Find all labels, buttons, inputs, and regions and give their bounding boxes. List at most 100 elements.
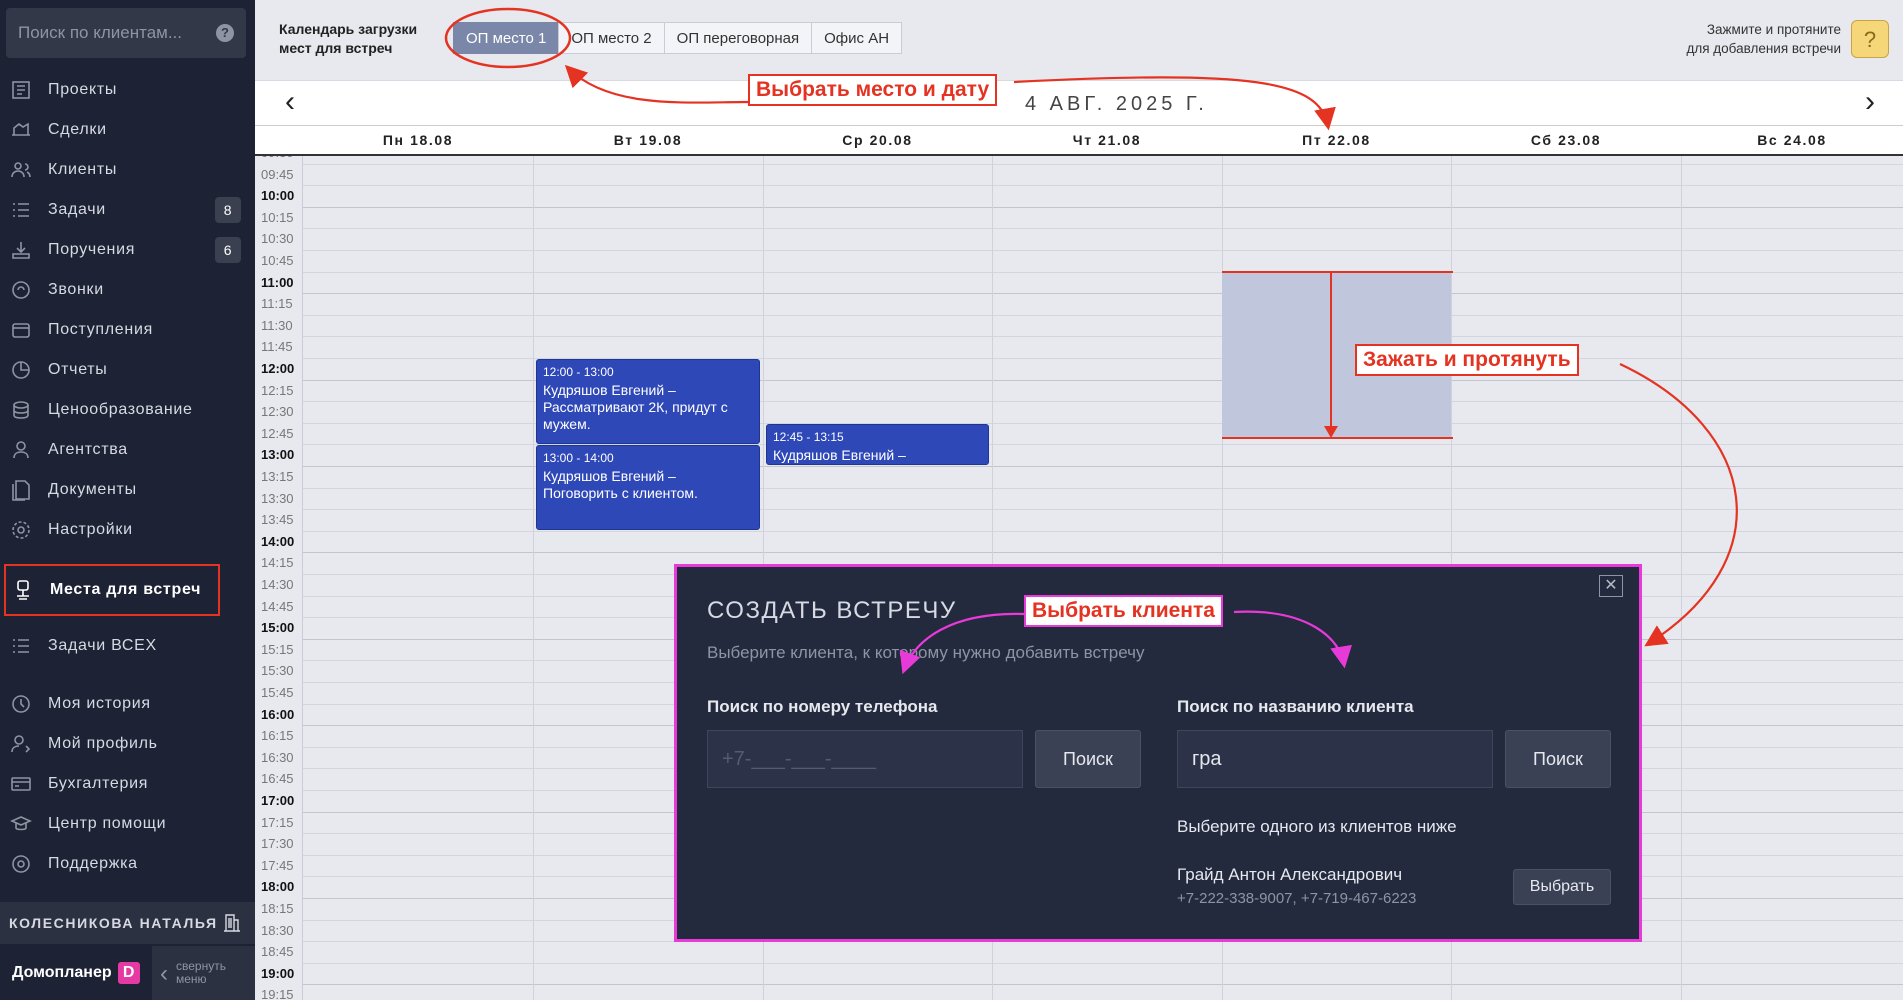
client-name: Грайд Антон Александрович: [1177, 865, 1403, 884]
grid-line: [303, 293, 1903, 295]
prev-week-button[interactable]: ‹: [275, 85, 305, 119]
calendar-event[interactable]: 13:00 - 14:00 Кудряшов Евгений – Поговори…: [536, 445, 760, 530]
sidebar-item-documents[interactable]: Документы: [0, 470, 255, 510]
time-slot-label: 10:30: [261, 231, 294, 247]
phone-search-input[interactable]: [707, 730, 1023, 788]
time-column: 09:30 09:45 10:00 10:15 10:30 10:45 11:00 11:15…: [255, 156, 303, 1000]
time-slot-label: 15:45: [261, 685, 294, 700]
sidebar-item-calls[interactable]: Звонки: [0, 270, 255, 310]
assignments-icon: [8, 239, 34, 261]
time-slot-label: 18:45: [261, 944, 294, 960]
time-slot-label: 15:30: [261, 663, 294, 679]
next-week-button[interactable]: ›: [1855, 85, 1885, 119]
time-slot-label: 10:00: [261, 188, 295, 204]
time-slot-label: 18:30: [261, 922, 294, 938]
tab-place-1[interactable]: ОП место 1: [453, 22, 560, 54]
time-slot-label: 12:45: [261, 425, 294, 441]
time-slot-label: 15:00: [261, 620, 295, 636]
event-time: 12:00 - 13:00: [543, 364, 614, 379]
arrow-down-icon: [1324, 425, 1338, 438]
tab-place-3[interactable]: ОП переговорная: [663, 22, 813, 54]
drag-hint: Зажмите и протяните для добавления встреч…: [1686, 22, 1841, 56]
sidebar-item-accounting[interactable]: Бухгалтерия: [0, 764, 255, 804]
time-slot-label: 12:30: [261, 404, 294, 420]
question-icon[interactable]: ?: [1851, 20, 1889, 58]
event-description: Кудряшов Евгений – Рассматривают 2К, при…: [543, 381, 728, 432]
brand[interactable]: Домопланер D: [0, 946, 152, 1000]
calendar-event[interactable]: 12:45 - 13:15 Кудряшов Евгений –: [766, 423, 989, 466]
calendar-event[interactable]: 12:00 - 13:00 Кудряшов Евгений – Рассматр…: [536, 358, 760, 444]
close-icon[interactable]: ✕: [1599, 575, 1623, 597]
time-slot-label: 14:00: [261, 533, 295, 549]
sidebar-item-label: Поручения: [48, 241, 136, 258]
grid-line: [303, 185, 1903, 187]
accounting-icon: [8, 773, 34, 795]
sidebar-item-support[interactable]: Поддержка: [0, 844, 255, 884]
grid-line: [303, 206, 1903, 208]
clients-icon: [8, 159, 34, 181]
sidebar-item-label: Документы: [48, 481, 137, 498]
sidebar-item-tasks[interactable]: Задачи 8: [0, 190, 255, 230]
client-search-input[interactable]: [6, 8, 206, 58]
user-bar[interactable]: КОЛЕСНИКОВА НАТАЛЬЯ: [0, 902, 255, 944]
sidebar-item-help-center[interactable]: Центр помощи: [0, 804, 255, 844]
count-badge: 8: [215, 197, 241, 223]
time-slot-label: 13:30: [261, 490, 294, 506]
day-header: Пт 22.08: [1302, 132, 1371, 148]
event-description: Кудряшов Евгений – Поговорить с клиентом…: [543, 468, 698, 502]
sidebar-item-income[interactable]: Поступления: [0, 310, 255, 350]
time-slot-label: 12:00: [261, 361, 295, 376]
time-slot-label: 16:30: [261, 749, 294, 765]
sidebar-item-projects[interactable]: Проекты: [0, 70, 255, 110]
building-icon[interactable]: [223, 912, 241, 935]
event-description: Кудряшов Евгений –: [773, 446, 906, 463]
name-search-input[interactable]: [1177, 730, 1493, 788]
sidebar-item-agencies[interactable]: Агентства: [0, 430, 255, 470]
time-slot-label: 13:00: [261, 447, 295, 463]
sidebar-item-clients[interactable]: Клиенты: [0, 150, 255, 190]
day-divider: [533, 156, 534, 1000]
meeting-places-icon: [10, 579, 36, 601]
name-search-button[interactable]: Поиск: [1505, 730, 1611, 788]
sidebar-item-all-tasks[interactable]: Задачи ВСЕХ: [0, 626, 255, 666]
help-icon[interactable]: ?: [216, 24, 234, 42]
sidebar-item-label: Клиенты: [48, 161, 118, 178]
time-slot-label: 12:15: [261, 382, 294, 398]
sidebar-item-label: Поддержка: [48, 855, 138, 872]
brand-logo-icon: D: [117, 962, 140, 984]
sidebar-item-deals[interactable]: Сделки: [0, 110, 255, 150]
phone-search-button[interactable]: Поиск: [1035, 730, 1141, 788]
day-header: Вс 24.08: [1757, 132, 1827, 148]
day-header: Пн 18.08: [382, 132, 454, 148]
sidebar-item-reports[interactable]: Отчеты: [0, 350, 255, 390]
projects-icon: [8, 79, 34, 101]
tab-place-2[interactable]: ОП место 2: [558, 22, 665, 54]
tab-place-4[interactable]: Офис АН: [811, 22, 903, 54]
time-slot-label: 10:45: [261, 253, 294, 268]
sidebar-item-label: Звонки: [48, 281, 104, 298]
support-icon: [8, 853, 34, 875]
sidebar-item-label: Места для встреч: [50, 581, 202, 598]
grid-line: [303, 984, 1903, 986]
date-title: 4 АВГ. 2025 Г.: [1025, 93, 1208, 115]
time-slot-label: 19:00: [261, 965, 295, 981]
annotation-arrow: [1330, 272, 1332, 428]
sidebar-item-meeting-places[interactable]: Места для встреч: [4, 564, 220, 616]
time-slot-label: 14:45: [261, 598, 294, 614]
sidebar-item-pricing[interactable]: Ценообразование: [0, 390, 255, 430]
sidebar-item-settings[interactable]: Настройки: [0, 510, 255, 550]
sidebar-item-label: Проекты: [48, 81, 118, 98]
time-slot-label: 16:15: [261, 728, 294, 744]
sidebar-item-assignments[interactable]: Поручения 6: [0, 230, 255, 270]
reports-icon: [8, 359, 34, 381]
client-phones: +7-222-338-9007, +7-719-467-6223: [1177, 890, 1417, 907]
deals-icon: [8, 119, 34, 141]
time-slot-label: 14:30: [261, 577, 294, 592]
sidebar-item-profile[interactable]: Мой профиль: [0, 724, 255, 764]
collapse-menu-button[interactable]: ‹ свернуть меню: [160, 956, 252, 990]
grid-line: [303, 552, 1903, 554]
sidebar-item-history[interactable]: Моя история: [0, 684, 255, 724]
select-client-button[interactable]: Выбрать: [1513, 869, 1611, 905]
sidebar-item-label: Поступления: [48, 321, 153, 338]
date-navigation: ‹ 4 АВГ. 2025 Г. ›: [255, 80, 1903, 125]
